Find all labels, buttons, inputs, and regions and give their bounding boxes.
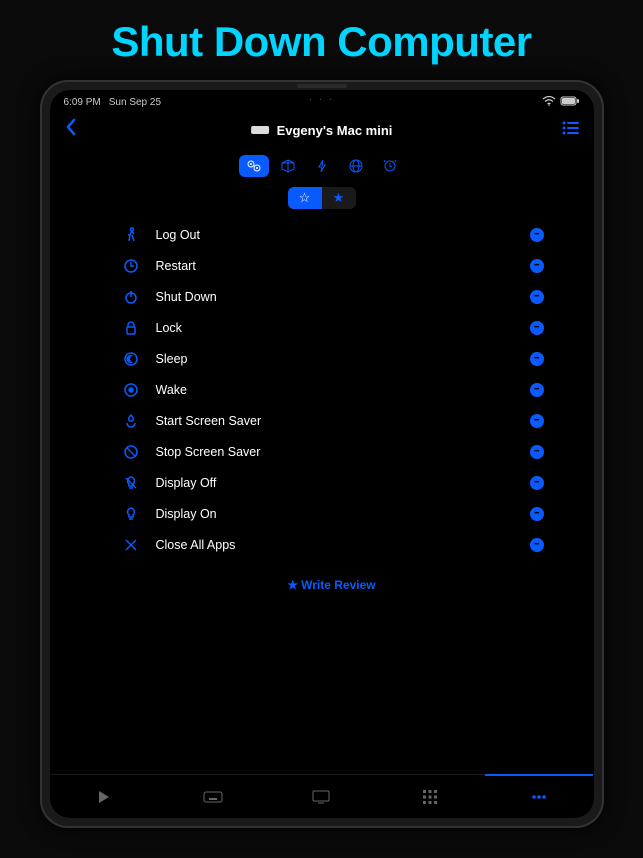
arrow-circle-icon <box>120 258 142 274</box>
action-stop-screensaver[interactable]: Stop Screen Saver <box>120 436 544 467</box>
battery-icon <box>560 96 580 109</box>
fire-timer-icon <box>120 413 142 429</box>
tab-keyboard[interactable] <box>158 775 267 818</box>
more-badge-icon[interactable] <box>530 228 544 242</box>
action-log-out[interactable]: Log Out <box>120 219 544 250</box>
action-shut-down[interactable]: Shut Down <box>120 281 544 312</box>
device-name: Evgeny's Mac mini <box>277 123 393 138</box>
review-label: Write Review <box>301 578 375 592</box>
action-list: Log Out Restart Shut Down Lock Sleep <box>50 219 594 774</box>
power-icon <box>120 289 142 305</box>
action-wake[interactable]: Wake <box>120 374 544 405</box>
screen: 6:09 PM Sun Sep 25 · · · Evgeny's Mac mi… <box>50 90 594 818</box>
action-label: Display On <box>156 507 530 521</box>
wifi-icon <box>542 96 556 109</box>
more-badge-icon[interactable] <box>530 476 544 490</box>
tab-play[interactable] <box>50 775 159 818</box>
tab-bar <box>50 774 594 818</box>
action-label: Display Off <box>156 476 530 490</box>
person-walk-icon <box>120 227 142 243</box>
more-badge-icon[interactable] <box>530 290 544 304</box>
tab-more[interactable] <box>485 774 594 818</box>
hero-title: Shut Down Computer <box>0 0 643 80</box>
write-review-link[interactable]: ★ Write Review <box>120 560 544 610</box>
more-badge-icon[interactable] <box>530 414 544 428</box>
action-label: Sleep <box>156 352 530 366</box>
sun-circle-icon <box>120 382 142 398</box>
moon-circle-icon <box>120 351 142 367</box>
action-label: Restart <box>156 259 530 273</box>
star-seg-outline[interactable]: ☆ <box>288 187 322 209</box>
star-segment: ☆ ★ <box>50 183 594 219</box>
status-date: Sun Sep 25 <box>109 97 161 108</box>
nav-header: Evgeny's Mac mini <box>50 111 594 149</box>
status-bar: 6:09 PM Sun Sep 25 · · · <box>50 90 594 111</box>
action-display-on[interactable]: Display On <box>120 498 544 529</box>
filter-globe[interactable] <box>341 155 371 177</box>
action-label: Wake <box>156 383 530 397</box>
action-restart[interactable]: Restart <box>120 250 544 281</box>
action-label: Log Out <box>156 228 530 242</box>
more-badge-icon[interactable] <box>530 445 544 459</box>
action-sleep[interactable]: Sleep <box>120 343 544 374</box>
star-seg-filled[interactable]: ★ <box>322 187 356 209</box>
mac-mini-icon <box>251 126 269 134</box>
bulb-on-icon <box>120 506 142 522</box>
star-icon: ★ <box>287 578 298 592</box>
bulb-off-icon <box>120 475 142 491</box>
more-badge-icon[interactable] <box>530 321 544 335</box>
action-label: Start Screen Saver <box>156 414 530 428</box>
more-badge-icon[interactable] <box>530 259 544 273</box>
status-time: 6:09 PM <box>64 97 101 108</box>
ipad-frame: 6:09 PM Sun Sep 25 · · · Evgeny's Mac mi… <box>40 80 604 828</box>
list-view-button[interactable] <box>562 121 580 140</box>
action-lock[interactable]: Lock <box>120 312 544 343</box>
more-badge-icon[interactable] <box>530 383 544 397</box>
action-close-all-apps[interactable]: Close All Apps <box>120 529 544 560</box>
tab-display[interactable] <box>267 775 376 818</box>
cancel-circle-icon <box>120 444 142 460</box>
action-label: Close All Apps <box>156 538 530 552</box>
close-x-icon <box>120 537 142 553</box>
filter-row <box>50 149 594 183</box>
action-label: Stop Screen Saver <box>156 445 530 459</box>
tab-grid[interactable] <box>376 775 485 818</box>
lock-icon <box>120 320 142 336</box>
filter-clock[interactable] <box>375 155 405 177</box>
action-label: Lock <box>156 321 530 335</box>
filter-cube[interactable] <box>273 155 303 177</box>
more-badge-icon[interactable] <box>530 507 544 521</box>
more-badge-icon[interactable] <box>530 538 544 552</box>
filter-bolt[interactable] <box>307 155 337 177</box>
back-button[interactable] <box>64 117 78 143</box>
action-start-screensaver[interactable]: Start Screen Saver <box>120 405 544 436</box>
more-badge-icon[interactable] <box>530 352 544 366</box>
action-display-off[interactable]: Display Off <box>120 467 544 498</box>
filter-gears[interactable] <box>239 155 269 177</box>
home-indicator-dots: · · · <box>309 94 335 105</box>
action-label: Shut Down <box>156 290 530 304</box>
